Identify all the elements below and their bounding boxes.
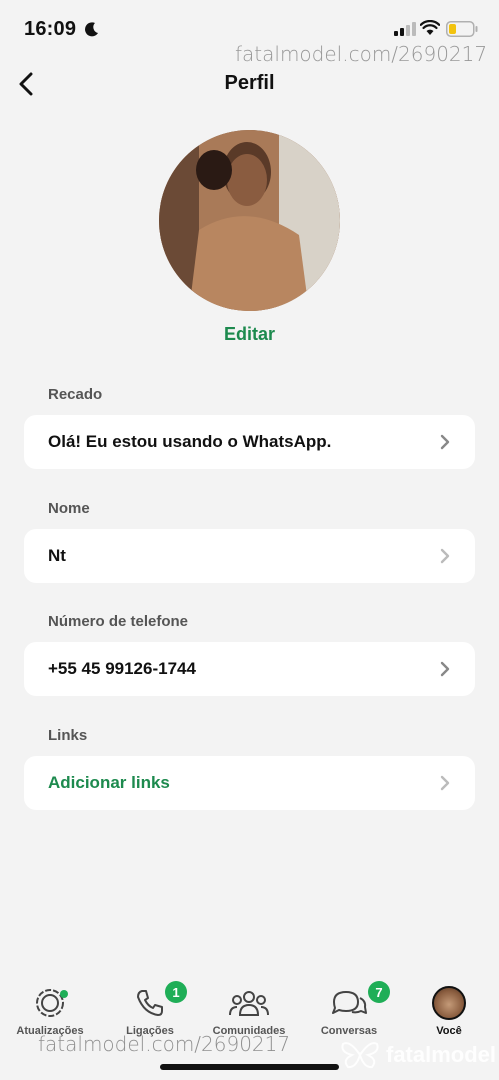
calls-badge: 1	[165, 981, 187, 1003]
name-value: Nt	[48, 546, 66, 565]
edit-photo-link[interactable]: Editar	[0, 324, 499, 345]
communities-icon	[229, 991, 269, 1016]
section-label-name: Nome	[48, 500, 90, 517]
chevron-right-icon	[440, 548, 450, 564]
phone-icon	[137, 990, 163, 1016]
status-time: 16:09	[24, 18, 77, 40]
tab-you[interactable]: Você	[399, 975, 499, 1045]
phone-row[interactable]: +55 45 99126-1744	[24, 642, 475, 696]
section-label-phone: Número de telefone	[48, 613, 189, 630]
butterfly-logo-icon	[341, 1042, 379, 1069]
home-indicator[interactable]	[160, 1064, 339, 1070]
phone-value: +55 45 99126-1744	[48, 659, 196, 678]
about-value: Olá! Eu estou usando o WhatsApp.	[48, 432, 332, 451]
chevron-right-icon	[440, 775, 450, 791]
chevron-right-icon	[440, 661, 450, 677]
avatar	[432, 986, 466, 1020]
moon-icon	[85, 22, 98, 37]
signal-icon	[394, 22, 416, 36]
profile-photo[interactable]	[159, 130, 340, 311]
tab-label: Você	[436, 1025, 462, 1037]
wifi-icon	[420, 20, 440, 35]
chats-badge: 7	[368, 981, 390, 1003]
profile-photo-image	[159, 130, 340, 311]
name-row[interactable]: Nt	[24, 529, 475, 583]
tab-chats[interactable]: 7 Conversas	[299, 975, 399, 1045]
add-links-button[interactable]: Adicionar links	[48, 773, 439, 793]
updates-dot	[60, 990, 68, 998]
section-label-about: Recado	[48, 386, 103, 403]
chevron-right-icon	[440, 434, 450, 450]
chats-icon	[332, 991, 367, 1014]
links-row[interactable]: Adicionar links	[24, 756, 475, 810]
battery-icon	[446, 21, 478, 37]
page-title: Perfil	[224, 72, 275, 94]
tab-label: Conversas	[320, 1025, 378, 1037]
section-label-links: Links	[48, 727, 88, 744]
brand-watermark: fatalmodel	[340, 1040, 496, 1070]
watermark-text: fatalmodel.com/2690217	[38, 1032, 291, 1056]
about-row[interactable]: Olá! Eu estou usando o WhatsApp.	[24, 415, 475, 469]
header: Perfil	[0, 62, 499, 106]
brand-name: fatalmodel	[386, 1042, 497, 1067]
